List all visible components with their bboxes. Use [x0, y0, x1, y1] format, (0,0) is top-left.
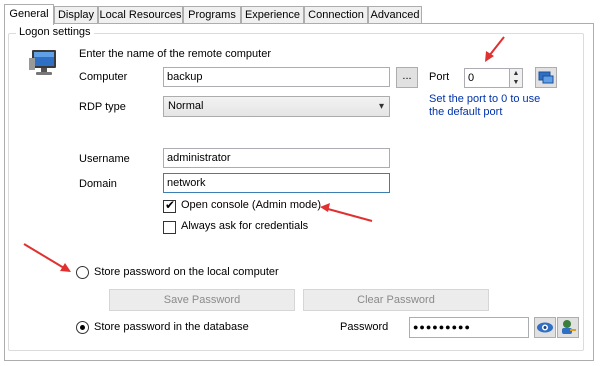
tab-general-label: General — [9, 8, 49, 20]
tab-general[interactable]: General — [4, 4, 54, 25]
annotation-arrow-local — [23, 243, 71, 272]
annotation-arrows — [23, 36, 505, 272]
annotation-arrow-console — [320, 203, 373, 222]
annotation-arrow-port — [485, 36, 505, 62]
